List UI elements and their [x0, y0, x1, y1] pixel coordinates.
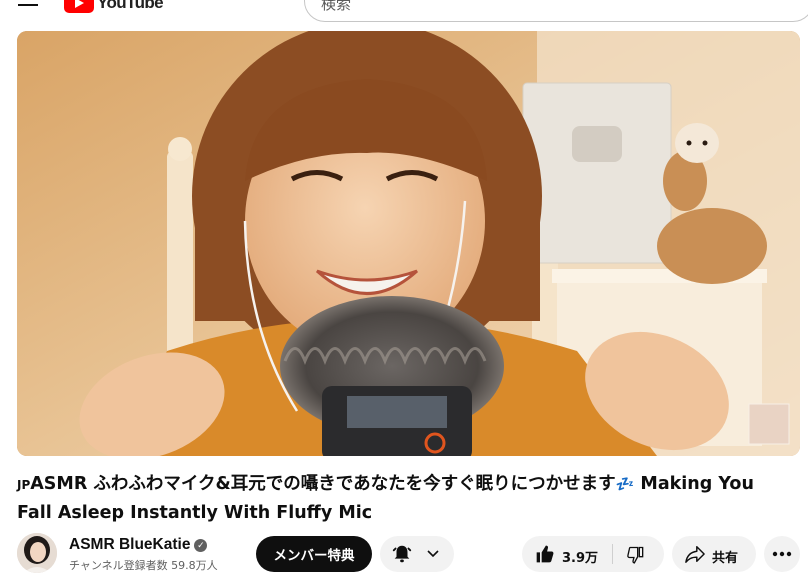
channel-avatar[interactable] [17, 533, 57, 573]
like-count: 3.9万 [562, 551, 599, 566]
thumbs-up-icon [536, 545, 554, 563]
like-dislike-group: 3.9万 [522, 536, 664, 572]
channel-name-text: ASMR BlueKatie [69, 536, 191, 553]
video-title: JPASMR ふわふわマイク&耳元での囁きであなたを今すぐ眠りにつかせます💤 M… [17, 470, 787, 527]
avatar-image [17, 533, 57, 573]
dislike-button[interactable] [613, 536, 664, 572]
share-label: 共有 [712, 551, 739, 566]
title-main: ASMR ふわふわマイク&耳元での囁きであなたを今すぐ眠りにつかせます [30, 474, 616, 494]
more-horizontal-icon [772, 551, 792, 557]
share-button[interactable]: 共有 [672, 536, 756, 572]
more-actions-button[interactable] [764, 536, 800, 572]
sleeping-zzz-icon: 💤 [615, 475, 635, 493]
owner-row: ASMR BlueKatie ✓ チャンネル登録者数 59.8万人 メンバー特典 … [17, 533, 807, 573]
bell-icon [392, 545, 412, 563]
search-box[interactable] [304, 0, 808, 22]
logo-text: YouTube [97, 0, 164, 12]
thumbs-down-icon [627, 546, 644, 564]
masthead: YouTube [0, 0, 808, 30]
notification-bell-button[interactable] [380, 536, 454, 572]
youtube-logo[interactable]: YouTube [64, 0, 164, 15]
search-input[interactable] [321, 0, 621, 13]
video-player[interactable] [17, 31, 800, 456]
share-arrow-icon [685, 546, 705, 563]
like-button[interactable]: 3.9万 [522, 536, 612, 572]
channel-name[interactable]: ASMR BlueKatie ✓ [69, 536, 208, 554]
title-prefix: JP [17, 478, 31, 492]
join-membership-button[interactable]: メンバー特典 [256, 536, 372, 572]
verified-check-icon: ✓ [194, 539, 208, 552]
hamburger-menu-icon[interactable] [18, 0, 40, 10]
video-frame-thumbnail [17, 31, 800, 456]
chevron-down-icon [427, 550, 439, 558]
subscriber-count: チャンネル登録者数 59.8万人 [69, 559, 218, 572]
youtube-play-logo-icon [64, 0, 94, 13]
